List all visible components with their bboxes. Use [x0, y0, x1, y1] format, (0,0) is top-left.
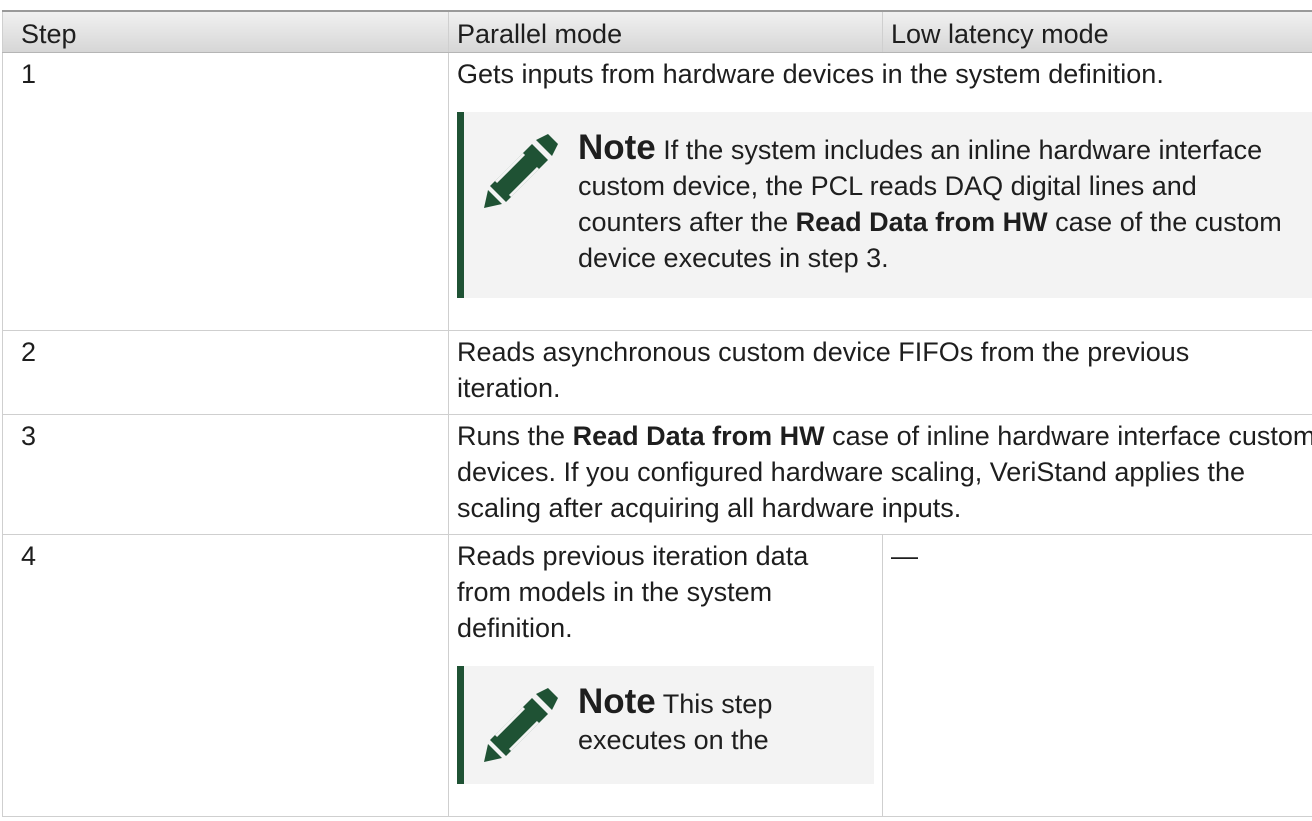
table-row: 2 Reads asynchronous custom device FIFOs… [2, 330, 1312, 415]
note-label: Note [578, 682, 656, 721]
note-bold-text: Read Data from HW [795, 207, 1048, 237]
step-number: 2 [2, 330, 449, 415]
step-bold-text: Read Data from HW [572, 421, 825, 451]
step-text: Reads asynchronous custom device FIFOs f… [457, 337, 1190, 403]
table-row: 3 Runs the Read Data from HW case of inl… [2, 414, 1312, 535]
step-number: 4 [2, 534, 449, 817]
pencil-icon [484, 688, 558, 762]
header-parallel-mode: Parallel mode [448, 10, 883, 53]
table-row: 1 Gets inputs from hardware devices in t… [2, 52, 1312, 331]
pcl-steps-table: Step Parallel mode Low latency mode 1 Ge… [2, 10, 1312, 817]
step-description: Gets inputs from hardware devices in the… [448, 52, 1312, 331]
note-label: Note [578, 128, 656, 167]
parallel-mode-cell: Reads previous iteration data from model… [448, 534, 883, 817]
header-low-latency-mode: Low latency mode [882, 10, 1312, 53]
step-number: 1 [2, 52, 449, 331]
header-step: Step [2, 10, 449, 53]
step-description: Reads asynchronous custom device FIFOs f… [448, 330, 1312, 415]
document-content: Step Parallel mode Low latency mode 1 Ge… [0, 0, 1312, 821]
step-description: Runs the Read Data from HW case of inlin… [448, 414, 1312, 535]
table-row: 4 Reads previous iteration data from mod… [2, 534, 1312, 817]
step-text: Gets inputs from hardware devices in the… [457, 59, 1164, 89]
note-text: Note If the system includes an inline ha… [578, 128, 1302, 276]
step-text-before: Runs the [457, 421, 573, 451]
step-text: Reads previous iteration data from model… [457, 541, 809, 643]
note-text: Note This step executes on the [578, 682, 854, 758]
table-header-row: Step Parallel mode Low latency mode [2, 10, 1312, 53]
step-number: 3 [2, 414, 449, 535]
note-box: Note This step executes on the [457, 666, 874, 784]
low-latency-mode-cell: — [882, 534, 1312, 817]
pencil-icon [484, 134, 558, 208]
step-text: Runs the Read Data from HW case of inlin… [457, 418, 1312, 526]
note-box: Note If the system includes an inline ha… [457, 112, 1312, 298]
